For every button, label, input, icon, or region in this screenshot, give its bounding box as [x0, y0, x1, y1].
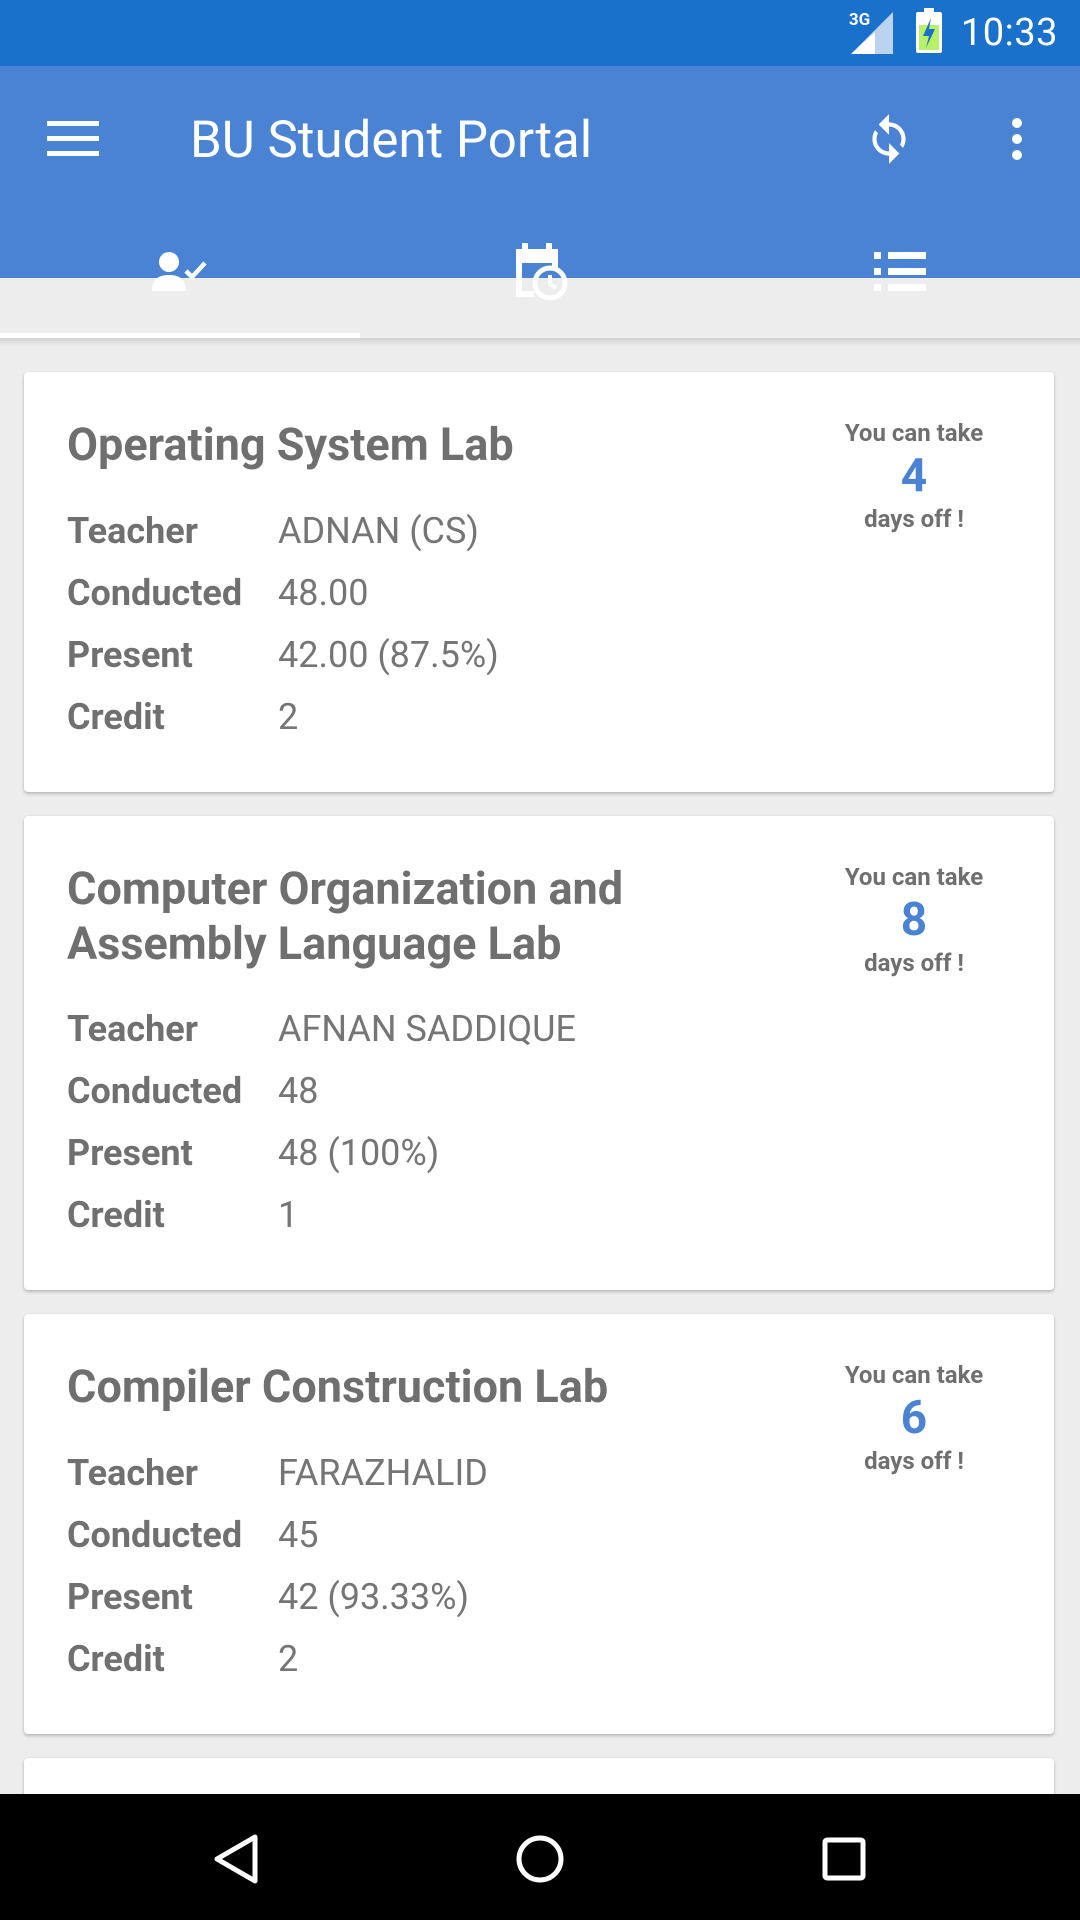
days-off-count: 4: [900, 449, 928, 503]
tab-list[interactable]: [720, 206, 1080, 338]
present-value: 42.00 (87.5%): [278, 634, 499, 676]
present-row: Present 42 (93.33%): [67, 1566, 488, 1628]
conducted-row: Conducted 48.00: [67, 562, 499, 624]
days-off-count: 6: [900, 1391, 928, 1445]
calendar-clock-icon: [516, 243, 568, 301]
battery-charging-icon: [915, 8, 943, 58]
signal-icon: 3G: [847, 10, 897, 56]
days-off-info: You can take 6 days off !: [814, 1360, 1014, 1476]
recents-button[interactable]: [799, 1814, 889, 1904]
back-button[interactable]: [191, 1814, 281, 1904]
app-title: BU Student Portal: [190, 111, 593, 170]
home-icon: [516, 1835, 564, 1883]
conducted-label: Conducted: [67, 572, 243, 614]
recents-icon: [822, 1837, 866, 1881]
course-card[interactable]: [24, 1758, 1054, 1794]
teacher-value: FARAZHALID: [278, 1452, 488, 1494]
present-label: Present: [67, 634, 193, 676]
course-title: Operating System Lab: [67, 418, 514, 471]
course-details: Teacher AFNAN SADDIQUE Conducted 48 Pres…: [67, 998, 576, 1246]
teacher-row: Teacher ADNAN (CS): [67, 500, 499, 562]
present-row: Present 42.00 (87.5%): [67, 624, 499, 686]
credit-label: Credit: [67, 1194, 165, 1236]
credit-label: Credit: [67, 1638, 165, 1680]
present-label: Present: [67, 1132, 193, 1174]
tab-attendance[interactable]: [0, 206, 360, 339]
conducted-value: 45: [278, 1514, 319, 1556]
credit-value: 2: [278, 696, 299, 738]
course-details: Teacher ADNAN (CS) Conducted 48.00 Prese…: [67, 500, 499, 748]
days-off-suffix: days off !: [864, 1447, 964, 1475]
credit-value: 2: [278, 1638, 299, 1680]
menu-button[interactable]: [40, 106, 106, 172]
tab-bar: [0, 206, 1080, 339]
attendance-icon: [152, 252, 207, 291]
tab-timetable[interactable]: [360, 206, 720, 338]
teacher-label: Teacher: [67, 510, 198, 552]
more-options-button[interactable]: [984, 106, 1050, 172]
status-bar: 3G 10:33: [0, 0, 1080, 66]
network-type-label: 3G: [848, 10, 871, 30]
course-details: Teacher FARAZHALID Conducted 45 Present …: [67, 1442, 488, 1690]
list-icon: [874, 252, 926, 291]
days-off-suffix: days off !: [864, 949, 964, 977]
more-vert-icon: [1012, 118, 1022, 160]
course-title: Computer Organization and Assembly Langu…: [67, 862, 624, 970]
days-off-count: 8: [900, 893, 928, 947]
present-label: Present: [67, 1576, 193, 1618]
present-value: 48 (100%): [278, 1132, 440, 1174]
course-card[interactable]: Compiler Construction Lab Teacher FARAZH…: [24, 1314, 1054, 1734]
teacher-value: AFNAN SADDIQUE: [278, 1008, 576, 1050]
credit-value: 1: [278, 1194, 299, 1236]
credit-row: Credit 1: [67, 1184, 576, 1246]
days-off-suffix: days off !: [864, 505, 964, 533]
course-title: Compiler Construction Lab: [67, 1360, 609, 1413]
sync-icon: [872, 114, 906, 164]
teacher-row: Teacher FARAZHALID: [67, 1442, 488, 1504]
back-icon: [214, 1834, 258, 1884]
navigation-bar: [0, 1794, 1080, 1920]
days-off-info: You can take 8 days off !: [814, 862, 1014, 978]
conducted-label: Conducted: [67, 1514, 243, 1556]
conducted-row: Conducted 45: [67, 1504, 488, 1566]
sync-button[interactable]: [856, 106, 922, 172]
course-card[interactable]: Operating System Lab Teacher ADNAN (CS) …: [24, 372, 1054, 792]
present-row: Present 48 (100%): [67, 1122, 576, 1184]
course-list[interactable]: Operating System Lab Teacher ADNAN (CS) …: [0, 338, 1080, 1794]
conducted-label: Conducted: [67, 1070, 243, 1112]
teacher-value: ADNAN (CS): [278, 510, 479, 552]
teacher-label: Teacher: [67, 1008, 198, 1050]
credit-row: Credit 2: [67, 686, 499, 748]
teacher-row: Teacher AFNAN SADDIQUE: [67, 998, 576, 1060]
course-card[interactable]: Computer Organization and Assembly Langu…: [24, 816, 1054, 1290]
days-off-caption: You can take: [844, 419, 984, 447]
conducted-value: 48.00: [278, 572, 369, 614]
present-value: 42 (93.33%): [278, 1576, 470, 1618]
days-off-caption: You can take: [844, 863, 984, 891]
days-off-caption: You can take: [844, 1361, 984, 1389]
status-icons: 3G 10:33: [847, 8, 1058, 58]
credit-label: Credit: [67, 696, 165, 738]
credit-row: Credit 2: [67, 1628, 488, 1690]
status-time: 10:33: [960, 11, 1058, 55]
days-off-info: You can take 4 days off !: [814, 418, 1014, 534]
teacher-label: Teacher: [67, 1452, 198, 1494]
conducted-value: 48: [278, 1070, 319, 1112]
conducted-row: Conducted 48: [67, 1060, 576, 1122]
home-button[interactable]: [495, 1814, 585, 1904]
menu-icon: [47, 121, 99, 156]
